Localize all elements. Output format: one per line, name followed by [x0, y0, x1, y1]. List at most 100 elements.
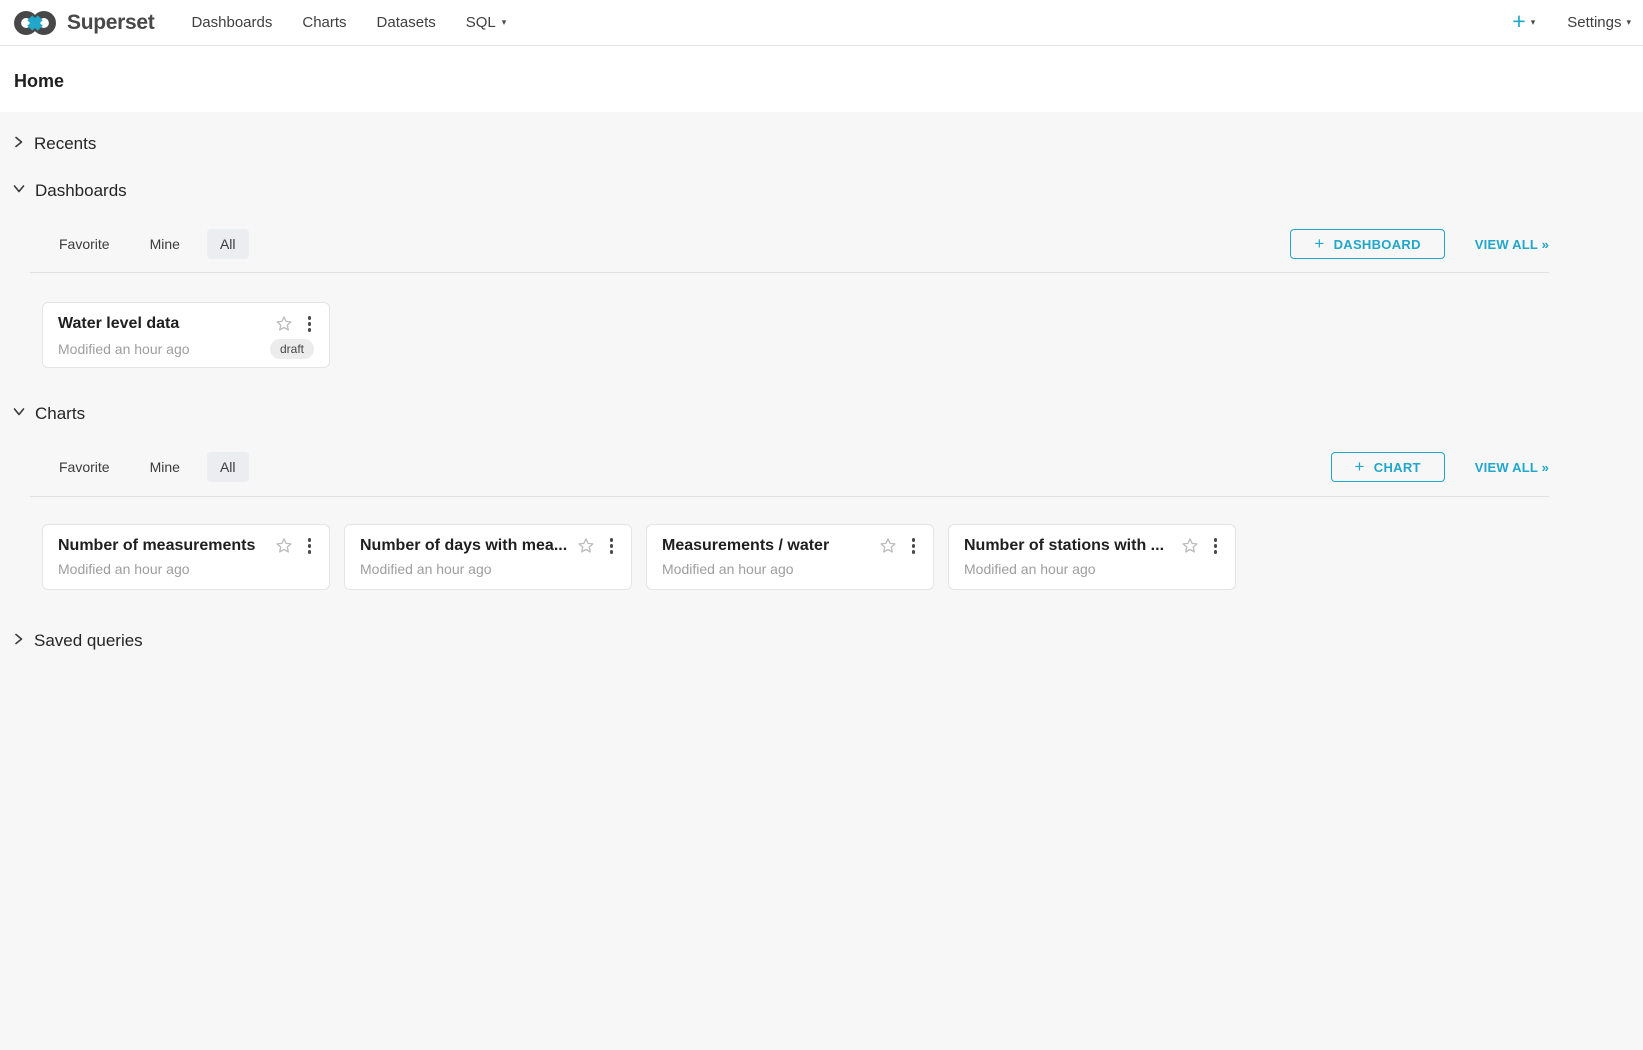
- nav-label: SQL: [466, 14, 496, 31]
- nav-label: Datasets: [377, 14, 436, 31]
- card-footer: Modified an hour ago: [58, 561, 314, 577]
- card-title: Number of measurements: [58, 537, 266, 555]
- chart-card[interactable]: Number of measurements Modified an hour …: [42, 524, 330, 590]
- home-content: Recents Dashboards Favorite Mine All + D…: [0, 112, 1643, 1050]
- superset-logo[interactable]: Superset: [12, 8, 154, 38]
- chart-card[interactable]: Number of stations with ... Modified an …: [948, 524, 1236, 590]
- main-nav: Dashboards Charts Datasets SQL ▾: [176, 0, 521, 45]
- card-footer: Modified an hour ago: [360, 561, 616, 577]
- tab-mine[interactable]: Mine: [137, 229, 193, 259]
- modified-text: Modified an hour ago: [964, 561, 1220, 577]
- caret-down-icon: ▾: [1531, 18, 1536, 27]
- card-title: Measurements / water: [662, 537, 870, 555]
- charts-toolbar: Favorite Mine All + CHART VIEW ALL »: [0, 452, 1643, 482]
- charts-actions: + CHART VIEW ALL »: [1331, 452, 1549, 482]
- card-header: Water level data: [58, 314, 314, 334]
- section-label: Dashboards: [35, 181, 127, 201]
- dashboard-card[interactable]: Water level data Modified an hour ago dr…: [42, 302, 330, 368]
- chevron-right-icon: [12, 632, 25, 651]
- section-label: Saved queries: [34, 631, 143, 651]
- card-title: Number of days with mea...: [360, 537, 568, 555]
- card-header: Number of stations with ...: [964, 536, 1220, 556]
- chevron-right-icon: [12, 135, 25, 154]
- tab-all[interactable]: All: [207, 452, 249, 482]
- nav-item-charts[interactable]: Charts: [287, 0, 361, 45]
- card-header: Number of days with mea...: [360, 536, 616, 556]
- tab-mine[interactable]: Mine: [137, 452, 193, 482]
- section-recents-header[interactable]: Recents: [0, 132, 1643, 156]
- page-title-bar: Home: [0, 46, 1643, 112]
- brand-name: Superset: [67, 11, 154, 35]
- star-icon[interactable]: [1180, 536, 1200, 556]
- nav-item-datasets[interactable]: Datasets: [362, 0, 451, 45]
- chevron-down-icon: [12, 405, 26, 423]
- kebab-menu-icon[interactable]: [909, 536, 919, 556]
- card-footer: Modified an hour ago: [964, 561, 1220, 577]
- star-icon[interactable]: [878, 536, 898, 556]
- card-icons: [878, 536, 919, 556]
- card-footer: Modified an hour ago: [662, 561, 918, 577]
- dashboards-toolbar: Favorite Mine All + DASHBOARD VIEW ALL »: [0, 229, 1643, 259]
- page-title: Home: [14, 71, 64, 92]
- view-all-charts-link[interactable]: VIEW ALL »: [1475, 460, 1549, 475]
- navbar-plus-button[interactable]: + ▾: [1512, 13, 1535, 33]
- card-icons: [274, 314, 315, 334]
- kebab-menu-icon[interactable]: [305, 536, 315, 556]
- add-chart-label: CHART: [1374, 460, 1421, 475]
- card-icons: [1180, 536, 1221, 556]
- card-icons: [274, 536, 315, 556]
- draft-badge: draft: [270, 339, 314, 359]
- dashboards-cards-row: Water level data Modified an hour ago dr…: [0, 302, 1643, 368]
- card-footer: Modified an hour ago draft: [58, 339, 314, 359]
- plus-icon: +: [1314, 234, 1324, 254]
- section-label: Charts: [35, 404, 85, 424]
- settings-menu[interactable]: Settings ▾: [1567, 14, 1633, 31]
- star-icon[interactable]: [274, 314, 294, 334]
- section-dashboards-header[interactable]: Dashboards: [0, 179, 1643, 203]
- star-icon[interactable]: [274, 536, 294, 556]
- nav-item-sql[interactable]: SQL ▾: [451, 0, 522, 45]
- modified-text: Modified an hour ago: [58, 341, 270, 357]
- section-saved-queries-header[interactable]: Saved queries: [0, 629, 1643, 653]
- chart-card[interactable]: Measurements / water Modified an hour ag…: [646, 524, 934, 590]
- chevron-down-icon: [12, 182, 26, 200]
- section-charts-header[interactable]: Charts: [0, 402, 1643, 426]
- caret-down-icon: ▾: [1626, 18, 1631, 27]
- tab-favorite[interactable]: Favorite: [46, 452, 123, 482]
- nav-item-dashboards[interactable]: Dashboards: [176, 0, 287, 45]
- plus-icon: +: [1512, 10, 1525, 33]
- superset-infinity-icon: [12, 8, 58, 38]
- charts-filter-tabs: Favorite Mine All: [46, 452, 249, 482]
- divider: [30, 496, 1549, 497]
- view-all-dashboards-link[interactable]: VIEW ALL »: [1475, 237, 1549, 252]
- card-header: Measurements / water: [662, 536, 918, 556]
- card-title: Water level data: [58, 315, 266, 333]
- tab-favorite[interactable]: Favorite: [46, 229, 123, 259]
- section-label: Recents: [34, 134, 96, 154]
- add-chart-button[interactable]: + CHART: [1331, 452, 1445, 482]
- plus-icon: +: [1355, 457, 1365, 477]
- add-dashboard-label: DASHBOARD: [1334, 237, 1421, 252]
- card-header: Number of measurements: [58, 536, 314, 556]
- kebab-menu-icon[interactable]: [305, 314, 315, 334]
- navbar-right: + ▾ Settings ▾: [1512, 13, 1633, 33]
- card-icons: [576, 536, 617, 556]
- modified-text: Modified an hour ago: [58, 561, 314, 577]
- settings-label: Settings: [1567, 14, 1621, 31]
- card-title: Number of stations with ...: [964, 537, 1172, 555]
- nav-label: Charts: [302, 14, 346, 31]
- star-icon[interactable]: [576, 536, 596, 556]
- tab-all[interactable]: All: [207, 229, 249, 259]
- dashboards-actions: + DASHBOARD VIEW ALL »: [1290, 229, 1549, 259]
- kebab-menu-icon[interactable]: [1211, 536, 1221, 556]
- kebab-menu-icon[interactable]: [607, 536, 617, 556]
- chart-card[interactable]: Number of days with mea... Modified an h…: [344, 524, 632, 590]
- navbar: Superset Dashboards Charts Datasets SQL …: [0, 0, 1643, 46]
- add-dashboard-button[interactable]: + DASHBOARD: [1290, 229, 1444, 259]
- divider: [30, 272, 1549, 273]
- nav-label: Dashboards: [191, 14, 272, 31]
- caret-down-icon: ▾: [502, 18, 507, 27]
- modified-text: Modified an hour ago: [360, 561, 616, 577]
- dashboards-filter-tabs: Favorite Mine All: [46, 229, 249, 259]
- charts-cards-row: Number of measurements Modified an hour …: [0, 524, 1643, 590]
